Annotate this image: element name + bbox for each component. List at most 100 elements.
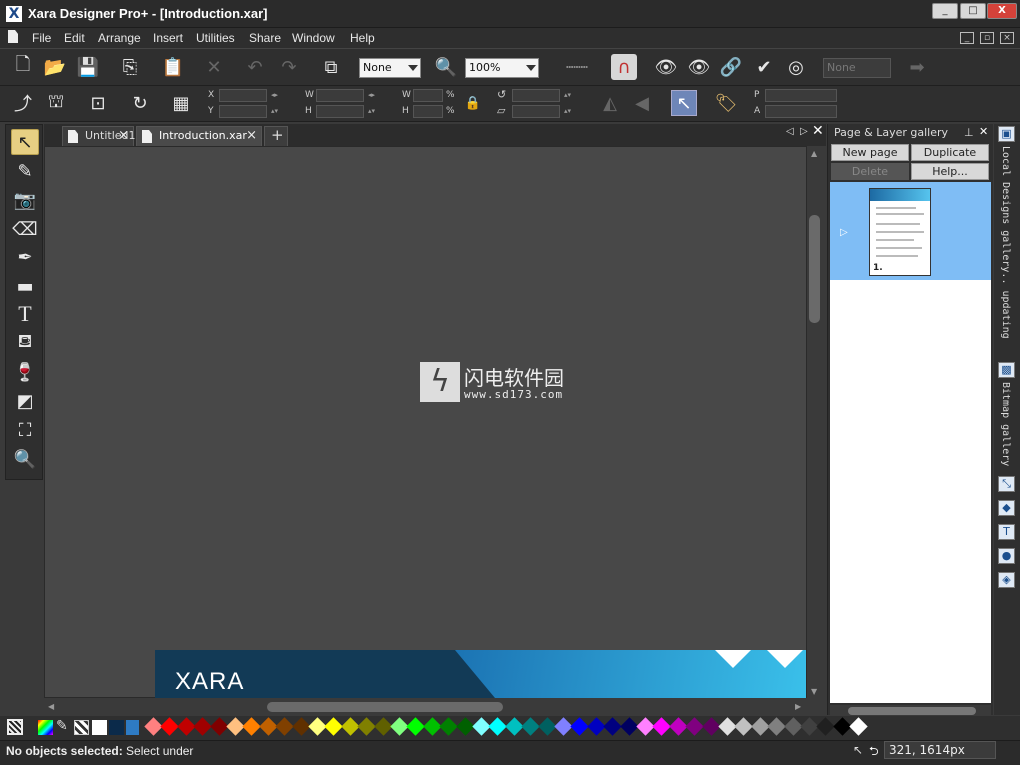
page-banner[interactable]: XARA xyxy=(155,650,806,698)
publish-check-icon[interactable]: ✔ xyxy=(751,54,777,80)
p-field[interactable] xyxy=(765,89,837,102)
tab-scroll-left-icon[interactable]: ◁ xyxy=(786,126,794,137)
curve-icon[interactable]: ⤴ xyxy=(10,90,36,116)
rotation-field[interactable] xyxy=(512,89,560,102)
tab-untitled1[interactable]: Untitled1 × xyxy=(62,126,136,146)
local-designs-tab[interactable]: Local Designs gallery.. updating xyxy=(1000,146,1011,339)
close-button[interactable]: X xyxy=(987,3,1017,19)
undo-status-icon[interactable]: ⮌ xyxy=(869,742,879,763)
fill-tool-icon[interactable]: ⛾ xyxy=(11,330,39,356)
ruler-icon[interactable]: ┄┄┄ xyxy=(560,54,594,80)
close-gallery-icon[interactable]: ✕ xyxy=(979,125,988,138)
document-icon[interactable] xyxy=(8,30,18,43)
doc-close-icon[interactable]: × xyxy=(1000,32,1014,44)
lock-aspect-icon[interactable]: 🔒 xyxy=(460,90,486,116)
minimize-button[interactable]: _ xyxy=(932,3,958,19)
width-field[interactable] xyxy=(316,89,364,102)
x-field[interactable] xyxy=(219,89,267,102)
preview-icon[interactable]: 👁 xyxy=(653,54,679,80)
scroll-up-icon[interactable]: ▲ xyxy=(811,149,817,158)
font-gallery-icon[interactable]: T xyxy=(998,524,1015,540)
pin-icon[interactable]: ⊥ xyxy=(964,126,974,139)
preview-page-icon[interactable]: 👁 xyxy=(686,54,712,80)
transparent-swatch[interactable] xyxy=(74,720,89,735)
menu-utilities[interactable]: Utilities xyxy=(196,31,235,45)
menu-share[interactable]: Share xyxy=(249,31,281,45)
help-button[interactable]: Help... xyxy=(911,163,989,180)
clone-icon[interactable]: ⧉ xyxy=(318,54,344,80)
new-page-button[interactable]: New page xyxy=(831,144,909,161)
skew-spinner-icon[interactable]: ▴▾ xyxy=(564,108,571,115)
blue-swatch[interactable] xyxy=(126,720,139,735)
rotation-spinner-icon[interactable]: ▴▾ xyxy=(564,92,571,99)
bitmap-gallery-tab[interactable]: Bitmap gallery xyxy=(1000,382,1011,466)
height-field[interactable] xyxy=(316,105,364,118)
menu-file[interactable]: File xyxy=(32,31,51,45)
skew-field[interactable] xyxy=(512,105,560,118)
transparency-tool-icon[interactable]: 🍷 xyxy=(11,359,39,385)
scroll-right-icon[interactable]: ▶ xyxy=(795,702,801,711)
zoom-select[interactable]: 100% xyxy=(465,58,539,78)
no-color-icon[interactable] xyxy=(7,719,23,735)
horizontal-scroll-thumb[interactable] xyxy=(267,702,503,712)
fill-gallery-icon[interactable]: ◆ xyxy=(998,500,1015,516)
rotate-arrow-icon[interactable]: ↻ xyxy=(127,90,153,116)
navy-swatch[interactable] xyxy=(109,720,124,735)
local-designs-icon[interactable]: ▣ xyxy=(998,126,1015,142)
flip-vertical-icon[interactable]: ◀ xyxy=(629,90,655,116)
pen-tool-icon[interactable]: ✒ xyxy=(11,244,39,270)
shadow-tool-icon[interactable]: ◩ xyxy=(11,388,39,414)
x-spinner-icon[interactable]: ◂▸ xyxy=(271,92,278,99)
scroll-left-icon[interactable]: ◀ xyxy=(48,702,54,711)
close-tab-icon[interactable]: × xyxy=(246,127,257,145)
eraser-tool-icon[interactable]: ⌫ xyxy=(11,216,39,242)
height-percent-field[interactable] xyxy=(413,105,443,118)
transform-handles-icon[interactable]: ⊡ xyxy=(85,90,111,116)
menu-help[interactable]: Help xyxy=(350,31,375,45)
duplicate-button[interactable]: Duplicate xyxy=(911,144,989,161)
snap-cursor-icon[interactable]: ↖ xyxy=(853,743,863,757)
close-tab-icon[interactable]: × xyxy=(118,127,129,145)
color-editor-icon[interactable] xyxy=(38,720,53,735)
expand-triangle-icon[interactable]: ▷ xyxy=(840,227,848,238)
xara-app-icon[interactable]: X xyxy=(6,6,22,22)
bitmap-gallery-icon[interactable]: ▩ xyxy=(998,362,1015,378)
maximize-button[interactable]: □ xyxy=(960,3,986,19)
undo-icon[interactable]: ↶ xyxy=(242,54,268,80)
new-document-icon[interactable]: 🗋 xyxy=(10,54,36,80)
close-document-icon[interactable]: ✕ xyxy=(812,123,824,139)
width-percent-field[interactable] xyxy=(413,89,443,102)
tab-introduction[interactable]: Introduction.xar × xyxy=(136,126,262,146)
quality-select[interactable]: None xyxy=(359,58,421,78)
white-swatch[interactable] xyxy=(92,720,107,735)
height-spinner-icon[interactable]: ▴▾ xyxy=(368,108,375,115)
link-icon[interactable]: 🔗 xyxy=(718,54,744,80)
zoom-icon[interactable]: 🔍 xyxy=(433,54,459,80)
copy-icon[interactable]: ⎘ xyxy=(117,54,143,80)
drawing-canvas[interactable] xyxy=(44,146,807,698)
freehand-tool-icon[interactable]: ✎ xyxy=(11,158,39,184)
fill-bucket-icon[interactable]: ⛫ xyxy=(43,90,69,116)
a-field[interactable] xyxy=(765,105,837,118)
doc-restore-icon[interactable]: ▫ xyxy=(980,32,994,44)
rectangle-tool-icon[interactable]: ▬ xyxy=(11,273,39,299)
snap-magnet-icon[interactable]: ∩ xyxy=(611,54,637,80)
menu-edit[interactable]: Edit xyxy=(64,31,85,45)
paste-icon[interactable]: 📋 xyxy=(160,54,186,80)
redo-icon[interactable]: ↷ xyxy=(276,54,302,80)
page-thumbnail[interactable]: 1. xyxy=(869,188,931,276)
flip-horizontal-icon[interactable]: ◭ xyxy=(597,90,623,116)
gallery-scroll-thumb[interactable] xyxy=(848,707,976,715)
doc-minimize-icon[interactable]: _ xyxy=(960,32,974,44)
line-gallery-icon[interactable]: ⤡ xyxy=(998,476,1015,492)
broadcast-icon[interactable]: ◎ xyxy=(783,54,809,80)
vertical-scroll-thumb[interactable] xyxy=(809,215,820,323)
width-spinner-icon[interactable]: ◂▸ xyxy=(368,92,375,99)
menu-arrange[interactable]: Arrange xyxy=(98,31,141,45)
y-spinner-icon[interactable]: ▴▾ xyxy=(271,108,278,115)
color-gallery-icon[interactable]: ● xyxy=(998,548,1015,564)
page-tool-icon[interactable]: ⛶ xyxy=(11,417,39,443)
grid-select-icon[interactable]: ▦ xyxy=(168,90,194,116)
eyedropper-icon[interactable]: ✎ xyxy=(56,718,68,734)
arrow-right-icon[interactable]: ➡ xyxy=(904,54,930,80)
